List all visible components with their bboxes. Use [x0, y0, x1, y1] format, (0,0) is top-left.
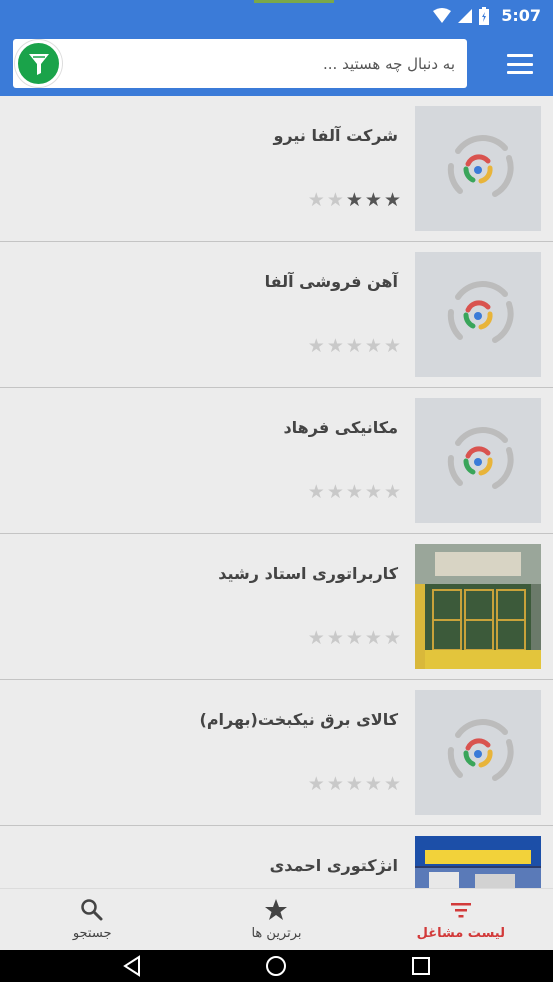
- star-icon: ★: [326, 627, 344, 649]
- star-icon: ★: [364, 481, 382, 503]
- star-icon: ★: [383, 773, 401, 795]
- rating-stars: ★ ★ ★ ★ ★: [308, 628, 401, 648]
- rating-stars: ★ ★ ★ ★ ★: [308, 336, 401, 356]
- search-icon: [81, 899, 103, 921]
- star-icon: ★: [345, 773, 363, 795]
- rating-stars: ★ ★ ★ ★ ★: [308, 190, 401, 210]
- placeholder-image: [415, 106, 541, 231]
- star-icon: ★: [326, 335, 344, 357]
- shop-photo: [415, 836, 541, 888]
- nav-search[interactable]: جستجو: [0, 889, 184, 950]
- star-icon: ★: [364, 189, 382, 211]
- list-item[interactable]: کاربراتوری استاد رشید ★ ★ ★ ★ ★: [0, 534, 553, 680]
- star-icon: ★: [364, 627, 382, 649]
- home-icon[interactable]: [265, 955, 287, 977]
- funnel-icon: [28, 53, 49, 75]
- filter-list-icon: [450, 903, 471, 918]
- status-time: 5:07: [501, 6, 541, 25]
- item-title: مکانیکی فرهاد: [283, 418, 398, 437]
- star-icon: ★: [345, 627, 363, 649]
- star-icon: ★: [307, 481, 325, 503]
- system-navigation-bar: [0, 950, 553, 982]
- toolbar: [0, 32, 553, 96]
- list-item[interactable]: انژکتوری احمدی: [0, 826, 553, 888]
- placeholder-image: [415, 252, 541, 377]
- item-title: کاربراتوری استاد رشید: [218, 564, 398, 583]
- menu-icon[interactable]: [507, 52, 533, 76]
- star-icon: ★: [383, 627, 401, 649]
- star-icon: ★: [307, 335, 325, 357]
- star-icon: ★: [383, 189, 401, 211]
- nav-top-label: برترین ها: [251, 926, 302, 941]
- star-icon: ★: [326, 189, 344, 211]
- status-bar: 5:07: [0, 0, 553, 32]
- placeholder-image: [415, 398, 541, 523]
- item-title: شرکت آلفا نیرو: [273, 126, 398, 145]
- star-icon: ★: [326, 481, 344, 503]
- bottom-navigation: جستجو برترین ها لیست مشاغل: [0, 888, 553, 950]
- star-icon: ★: [345, 189, 363, 211]
- star-icon: ★: [307, 189, 325, 211]
- search-input[interactable]: [85, 39, 455, 88]
- star-icon: ★: [326, 773, 344, 795]
- rating-stars: ★ ★ ★ ★ ★: [308, 482, 401, 502]
- list-item[interactable]: کالای برق نیکبخت(بهرام) ★ ★ ★ ★ ★: [0, 680, 553, 826]
- search-box: [13, 39, 467, 88]
- star-icon: ★: [345, 481, 363, 503]
- status-indicator: [254, 0, 334, 3]
- rating-stars: ★ ★ ★ ★ ★: [308, 774, 401, 794]
- filter-button[interactable]: [15, 40, 62, 87]
- list-item[interactable]: آهن فروشی آلفا ★ ★ ★ ★ ★: [0, 242, 553, 388]
- list-item[interactable]: مکانیکی فرهاد ★ ★ ★ ★ ★: [0, 388, 553, 534]
- star-icon: ★: [307, 627, 325, 649]
- recents-icon[interactable]: [410, 955, 432, 977]
- item-title: انژکتوری احمدی: [269, 856, 398, 875]
- back-icon[interactable]: [121, 955, 143, 977]
- nav-search-label: جستجو: [72, 926, 112, 941]
- nav-list[interactable]: لیست مشاغل: [369, 889, 553, 950]
- nav-list-label: لیست مشاغل: [416, 926, 505, 941]
- battery-icon: [479, 6, 490, 25]
- app-screen: 5:07 به دنبال چه هستید ... شرکت آلفا نیر…: [0, 0, 553, 982]
- signal-icon: [458, 8, 473, 23]
- shop-photo: [415, 544, 541, 669]
- item-title: کالای برق نیکبخت(بهرام): [199, 710, 399, 729]
- business-list: شرکت آلفا نیرو ★ ★ ★ ★ ★ آهن فروشی آلفا …: [0, 96, 553, 888]
- star-icon: [265, 899, 288, 920]
- wifi-icon: [433, 7, 452, 23]
- list-item[interactable]: شرکت آلفا نیرو ★ ★ ★ ★ ★: [0, 96, 553, 242]
- star-icon: ★: [307, 773, 325, 795]
- star-icon: ★: [383, 481, 401, 503]
- nav-top[interactable]: برترین ها: [184, 889, 368, 950]
- star-icon: ★: [364, 773, 382, 795]
- item-title: آهن فروشی آلفا: [264, 272, 398, 291]
- star-icon: ★: [383, 335, 401, 357]
- star-icon: ★: [364, 335, 382, 357]
- placeholder-image: [415, 690, 541, 815]
- star-icon: ★: [345, 335, 363, 357]
